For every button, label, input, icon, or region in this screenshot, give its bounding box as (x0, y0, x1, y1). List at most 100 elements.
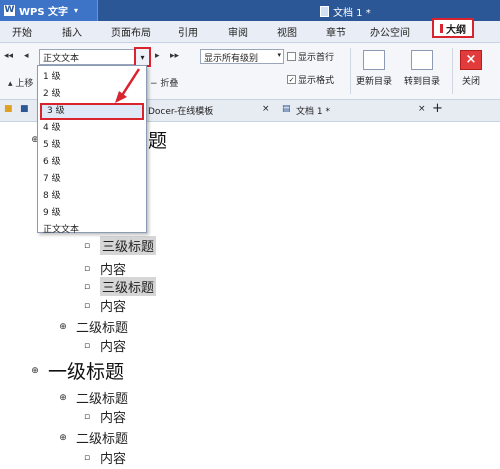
show-level-value: 显示所有级别 (204, 54, 259, 64)
dropdown-option-level-6[interactable]: 6 级 (38, 154, 146, 171)
right-arrow-icon[interactable]: ▸ (155, 51, 160, 61)
window-title: 文档 1 * (320, 4, 371, 19)
square-bullet-icon: ▫ (83, 263, 91, 274)
dropdown-option-level-7[interactable]: 7 级 (38, 171, 146, 188)
close-icon: × (460, 50, 482, 70)
double-left-arrow-icon[interactable]: ◂◂ (4, 51, 13, 61)
double-right-arrow-icon[interactable]: ▸▸ (170, 51, 179, 61)
tab-page-layout[interactable]: 页面布局 (111, 24, 151, 39)
close-icon[interactable]: × (418, 104, 426, 114)
promote-label: 上移 (15, 79, 34, 89)
collapse-label: 折叠 (160, 79, 179, 89)
close-outline-button[interactable]: × 关闭 (460, 50, 482, 87)
dropdown-option-level-3[interactable]: 3 级 (40, 103, 144, 120)
outline-row[interactable]: ▫ 三级标题 (82, 277, 157, 296)
outline-row[interactable]: ▫ 内容 (82, 448, 126, 467)
chevron-down-icon: ▾ (74, 6, 79, 15)
level-combo-dropdown-button[interactable]: ▾ (134, 47, 151, 67)
body-text: 内容 (100, 340, 127, 355)
show-first-line-label: 显示首行 (298, 53, 335, 63)
level2-heading: 二级标题 (76, 392, 129, 407)
checkbox-box (287, 52, 296, 61)
outline-row[interactable]: ⊕ 二级标题 (58, 317, 128, 336)
level2-heading: 二级标题 (76, 321, 129, 336)
level2-heading: 二级标题 (76, 432, 129, 447)
left-arrow-icon[interactable]: ◂ (24, 51, 29, 61)
annotation-arrow-icon (115, 68, 141, 103)
square-bullet-icon: ▫ (83, 240, 91, 251)
show-format-checkbox[interactable]: ✓ 显示格式 (287, 73, 334, 86)
ribbon-separator (452, 48, 453, 94)
level3-heading: 三级标题 (100, 277, 157, 296)
wps-logo-icon: W (4, 5, 15, 16)
tab-office-space[interactable]: 办公空间 (370, 24, 410, 39)
dropdown-option-body-text[interactable]: 正文文本 (38, 222, 146, 239)
up-arrow-icon: ▴ (8, 79, 13, 89)
body-text: 内容 (100, 300, 127, 315)
ribbon-separator (350, 48, 351, 94)
checkmark-icon: ✓ (287, 75, 296, 84)
expand-bullet-icon[interactable]: ⊕ (58, 393, 68, 403)
dropdown-option-level-8[interactable]: 8 级 (38, 188, 146, 205)
minus-icon: − (150, 79, 158, 89)
tab-view[interactable]: 视图 (277, 24, 297, 39)
expand-bullet-icon[interactable]: ⊕ (58, 433, 68, 443)
outline-row[interactable]: ⊕ 二级标题 (58, 428, 128, 447)
outline-row[interactable]: ⊕ 一级标题 (30, 357, 124, 384)
outline-row[interactable]: ▫ 内容 (82, 407, 126, 426)
level-combo-input[interactable]: 正文文本 (39, 49, 144, 65)
add-tab-button[interactable]: + (432, 101, 443, 116)
tab-outline-label: 大纲 (446, 24, 466, 36)
tab-references[interactable]: 引用 (178, 24, 198, 39)
outline-row[interactable]: ▫ 内容 (82, 296, 126, 315)
app-name: WPS 文字 (19, 7, 69, 18)
goto-toc-button[interactable]: 转到目录 (404, 50, 440, 87)
tab-sections[interactable]: 章节 (326, 24, 346, 39)
collapse-button[interactable]: − 折叠 (150, 76, 178, 89)
dropdown-option-level-5[interactable]: 5 级 (38, 137, 146, 154)
body-text: 内容 (100, 452, 127, 467)
tab-document[interactable]: 文档 1 * (296, 104, 330, 117)
chevron-down-icon: ▾ (277, 51, 281, 59)
tab-outline[interactable]: 大纲 (432, 18, 474, 38)
tab-docer-templates[interactable]: Docer-在线模板 (148, 104, 213, 117)
open-folder-icon[interactable]: ■ (4, 104, 13, 114)
document-icon: ▤ (282, 104, 291, 114)
heading-fragment: 题 (148, 130, 168, 152)
close-icon[interactable]: × (262, 104, 270, 114)
goto-toc-icon (411, 50, 433, 70)
outline-tab-marker (440, 23, 443, 33)
level1-heading: 一级标题 (48, 361, 125, 383)
save-icon[interactable]: ■ (20, 104, 29, 114)
update-toc-button[interactable]: 更新目录 (356, 50, 392, 87)
square-bullet-icon: ▫ (83, 452, 91, 463)
menu-tab-bar: 开始 插入 页面布局 引用 审阅 视图 章节 办公空间 (0, 21, 500, 43)
body-text: 内容 (100, 263, 127, 278)
show-level-select[interactable]: 显示所有级别 ▾ (200, 49, 284, 64)
title-bar: W WPS 文字 ▾ 文档 1 * (0, 0, 500, 21)
outline-row[interactable]: ▫ 内容 (82, 259, 126, 278)
chevron-down-icon: ▾ (140, 52, 145, 62)
document-icon (320, 6, 329, 17)
window-title-text: 文档 1 * (333, 8, 371, 19)
tab-insert[interactable]: 插入 (62, 24, 82, 39)
show-first-line-checkbox[interactable]: 显示首行 (287, 50, 334, 63)
update-toc-label: 更新目录 (356, 77, 393, 87)
expand-bullet-icon[interactable]: ⊕ (30, 366, 40, 376)
close-label: 关闭 (461, 77, 480, 87)
show-format-label: 显示格式 (298, 76, 335, 86)
square-bullet-icon: ▫ (83, 340, 91, 351)
dropdown-option-level-4[interactable]: 4 级 (38, 120, 146, 137)
update-toc-icon (363, 50, 385, 70)
wps-app-menu-button[interactable]: W WPS 文字 ▾ (0, 0, 98, 21)
dropdown-option-level-9[interactable]: 9 级 (38, 205, 146, 222)
body-text: 内容 (100, 411, 127, 426)
tab-review[interactable]: 审阅 (228, 24, 248, 39)
expand-bullet-icon[interactable]: ⊕ (58, 322, 68, 332)
square-bullet-icon: ▫ (83, 411, 91, 422)
goto-toc-label: 转到目录 (404, 77, 441, 87)
tab-start[interactable]: 开始 (12, 24, 32, 39)
outline-row[interactable]: ▫ 内容 (82, 336, 126, 355)
outline-row[interactable]: ⊕ 二级标题 (58, 388, 128, 407)
promote-button[interactable]: ▴ 上移 (8, 76, 33, 89)
